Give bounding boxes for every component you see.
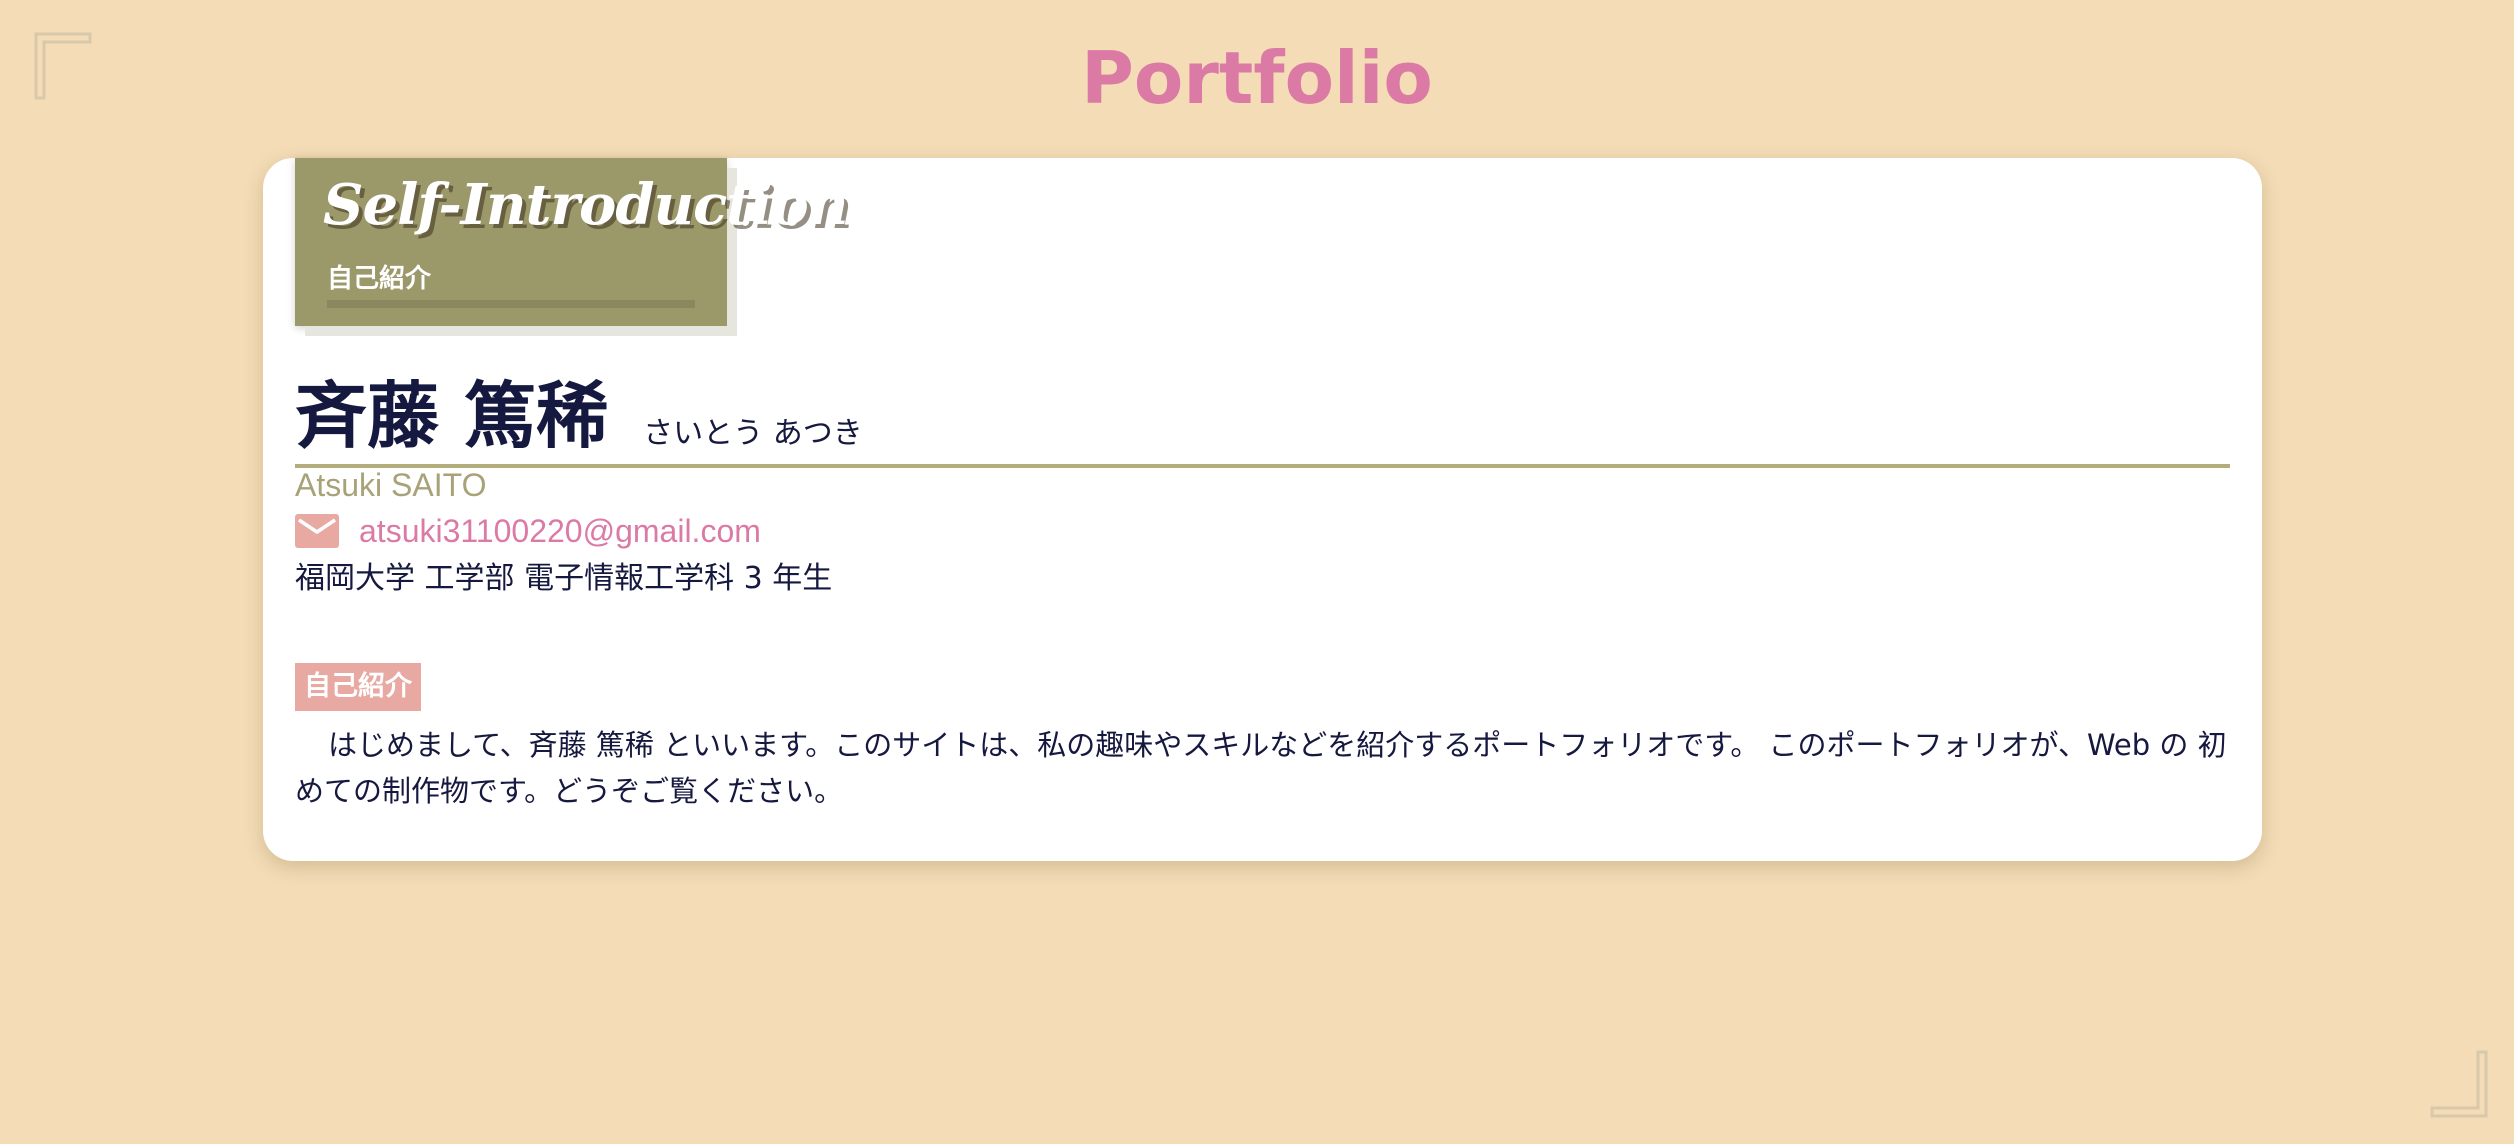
name-heading: 斉藤 篤稀 さいとう あつき <box>295 368 2230 468</box>
email-row: atsuki31100220@gmail.com <box>295 508 761 554</box>
page-title: Portfolio <box>1081 36 1433 120</box>
email-link[interactable]: atsuki31100220@gmail.com <box>359 508 761 554</box>
section-title-en: Self-Introduction <box>323 172 848 238</box>
section-heading-tag: Self-Introduction 自己紹介 <box>295 158 848 326</box>
section-underline <box>327 300 695 308</box>
affiliation-text: 福岡大学 工学部 電子情報工学科 3 年生 <box>295 561 833 596</box>
name-roman: Atsuki SAITO <box>295 467 487 503</box>
name-kanji: 斉藤 篤稀 <box>295 374 609 458</box>
section-title-ja: 自己紹介 <box>327 264 432 294</box>
name-kana: さいとう あつき <box>643 416 863 451</box>
self-introduction-card: Self-Introduction 自己紹介 斉藤 篤稀 さいとう あつき At… <box>263 158 2262 861</box>
mail-icon <box>295 514 339 548</box>
corner-bracket-bottom-right-icon <box>2430 1050 2488 1118</box>
intro-paragraph: はじめまして、斉藤 篤稀 といいます。このサイトは、私の趣味やスキルなどを紹介す… <box>295 728 2227 808</box>
intro-label-badge: 自己紹介 <box>295 663 421 711</box>
